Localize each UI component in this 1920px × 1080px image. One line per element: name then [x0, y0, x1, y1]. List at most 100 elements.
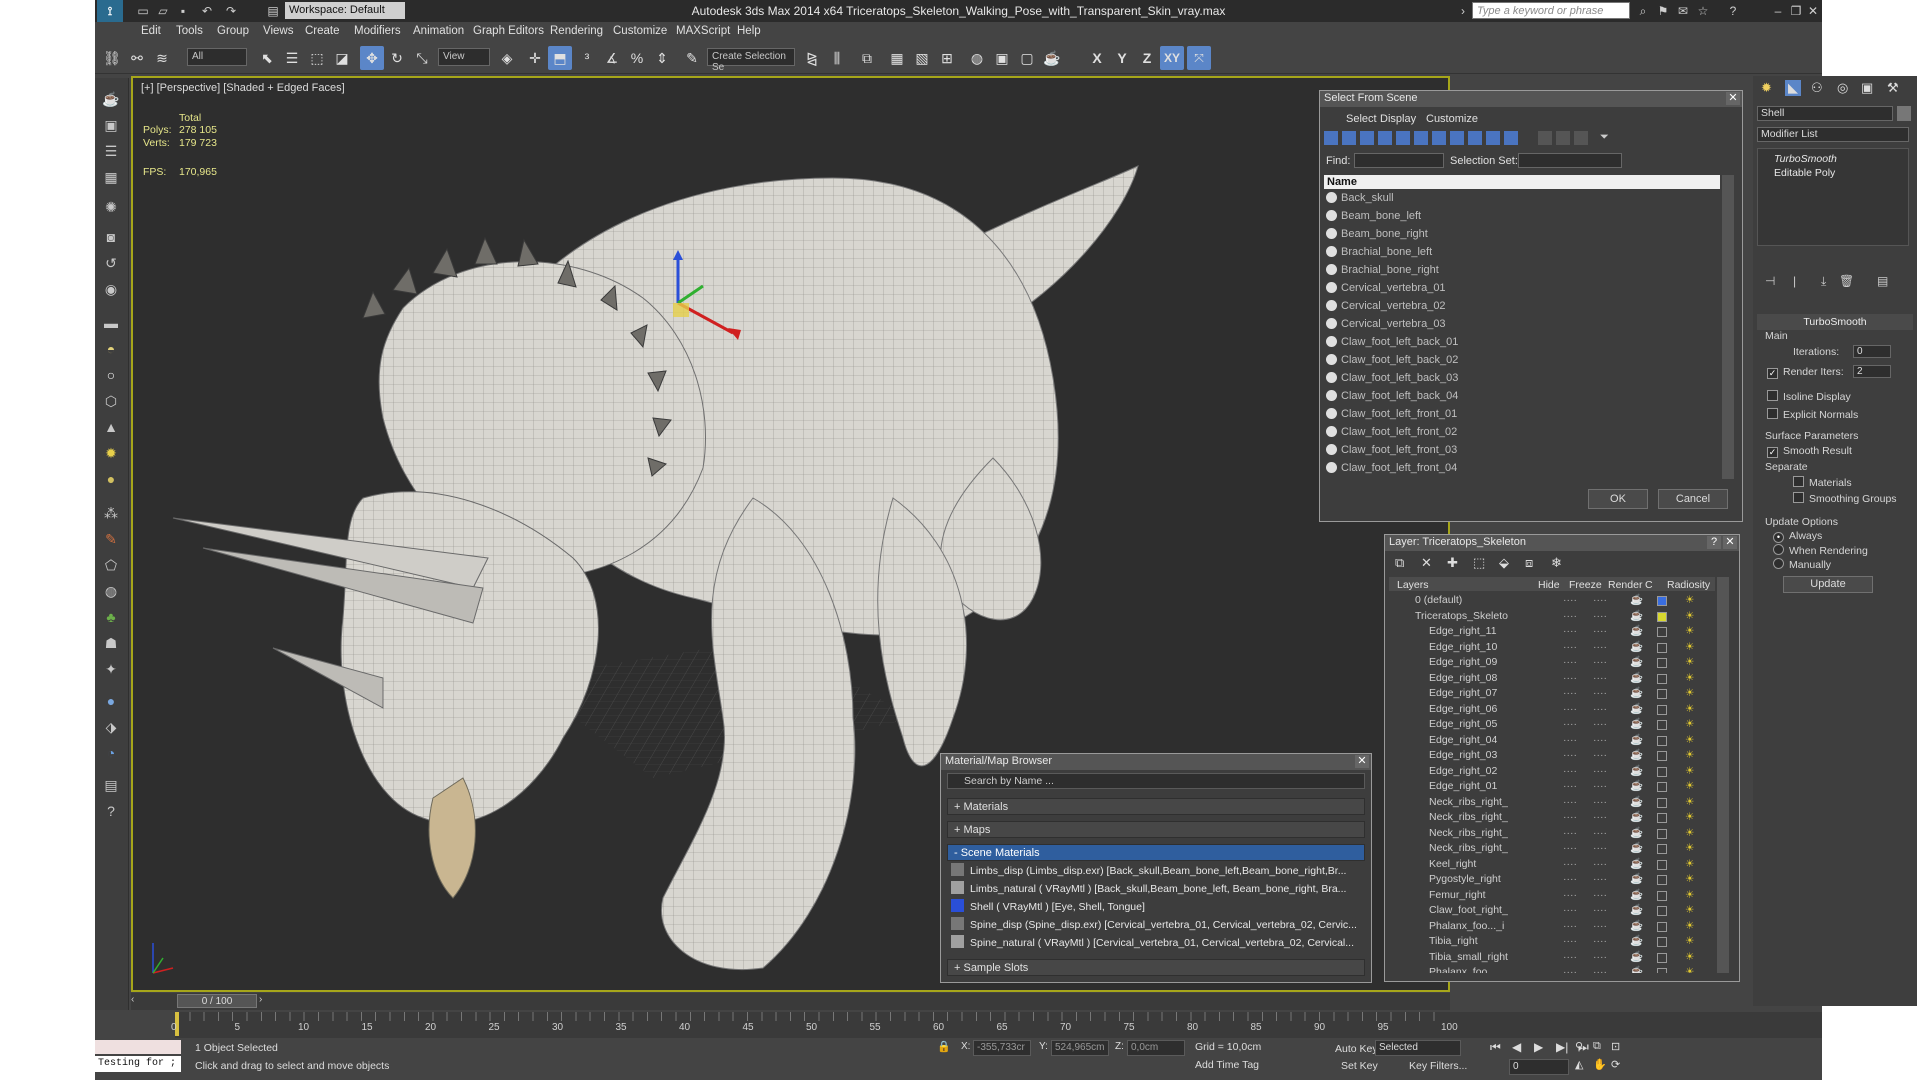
- turbosmooth-rollout-header[interactable]: TurboSmooth: [1757, 314, 1913, 330]
- go-to-start-icon[interactable]: ⏮: [1490, 1040, 1501, 1055]
- radiosity-icon[interactable]: ☀: [1685, 717, 1694, 732]
- freeze-dots-icon[interactable]: ····: [1593, 872, 1607, 887]
- create-tab-icon[interactable]: ✹: [1761, 80, 1772, 96]
- col-render[interactable]: Render: [1608, 579, 1642, 591]
- radiosity-icon[interactable]: ☀: [1685, 609, 1694, 624]
- vray-icon[interactable]: ◔: [100, 742, 122, 764]
- shape-icon[interactable]: ⬠: [100, 554, 122, 576]
- z-coordinate-field[interactable]: 0,0cm: [1127, 1040, 1185, 1056]
- hide-dots-icon[interactable]: ····: [1563, 686, 1577, 701]
- layer-color-swatch[interactable]: [1657, 642, 1667, 653]
- hide-dots-icon[interactable]: ····: [1563, 810, 1577, 825]
- material-editor-icon[interactable]: ◍: [965, 46, 989, 70]
- layer-row[interactable]: Triceratops_Skeleto ···· ···· ☕ ☀: [1395, 609, 1715, 624]
- layer-color-swatch[interactable]: [1657, 673, 1667, 684]
- unlink-icon[interactable]: ⚯: [125, 46, 149, 70]
- funnel-icon[interactable]: ⏷: [1600, 131, 1614, 145]
- layer-row[interactable]: Edge_right_02 ···· ···· ☕ ☀: [1395, 764, 1715, 779]
- hide-dots-icon[interactable]: ····: [1563, 640, 1577, 655]
- menu-animation[interactable]: Animation: [413, 25, 464, 37]
- menu-help[interactable]: Help: [737, 25, 761, 37]
- favorites-star-icon[interactable]: ☆: [1695, 3, 1711, 19]
- freeze-dots-icon[interactable]: ····: [1593, 733, 1607, 748]
- hide-dots-icon[interactable]: ····: [1563, 826, 1577, 841]
- hide-dots-icon[interactable]: ····: [1563, 733, 1577, 748]
- layer-color-swatch[interactable]: [1657, 844, 1667, 854]
- radiosity-icon[interactable]: ☀: [1685, 841, 1694, 856]
- scene-material-item[interactable]: Limbs_disp (Limbs_disp.exr) [Back_skull,…: [951, 863, 1363, 880]
- hide-dots-icon[interactable]: ····: [1563, 593, 1577, 608]
- object-list-item[interactable]: Claw_foot_left_front_02: [1324, 423, 1720, 441]
- scene-material-item[interactable]: Shell ( VRayMtl ) [Eye, Shell, Tongue]: [951, 899, 1363, 916]
- auto-key-button[interactable]: Auto Key: [1335, 1043, 1378, 1055]
- render-setup-icon[interactable]: ▣: [990, 46, 1014, 70]
- freeze-dots-icon[interactable]: ····: [1593, 934, 1607, 949]
- filter-spacewarps-icon[interactable]: [1414, 131, 1428, 145]
- filter-xrefs-icon[interactable]: [1450, 131, 1464, 145]
- freeze-dots-icon[interactable]: ····: [1593, 888, 1607, 903]
- radiosity-icon[interactable]: ☀: [1685, 655, 1694, 670]
- light-bulb-icon[interactable]: ✺: [100, 196, 122, 218]
- modifier-list-dropdown[interactable]: Modifier List: [1757, 127, 1909, 142]
- render-iters-spinner[interactable]: 2: [1853, 365, 1891, 378]
- search-input[interactable]: Type a keyword or phrase: [1472, 2, 1630, 19]
- tab-customize[interactable]: Customize: [1426, 113, 1478, 125]
- object-list-item[interactable]: Cervical_vertebra_03: [1324, 315, 1720, 333]
- find-input[interactable]: [1354, 153, 1444, 168]
- camera-icon[interactable]: ◙: [100, 226, 122, 248]
- render-teapot-icon[interactable]: ☕: [1630, 810, 1643, 825]
- bind-space-warp-icon[interactable]: ≋: [150, 46, 174, 70]
- freeze-dots-icon[interactable]: ····: [1593, 950, 1607, 965]
- display-none-icon[interactable]: [1556, 131, 1570, 145]
- display-all-icon[interactable]: [1538, 131, 1552, 145]
- layer-color-swatch[interactable]: [1657, 720, 1667, 730]
- radiosity-icon[interactable]: ☀: [1685, 857, 1694, 872]
- cloth-icon[interactable]: ⬗: [100, 716, 122, 738]
- key-mode-dropdown[interactable]: Selected: [1375, 1040, 1461, 1056]
- freeze-dots-icon[interactable]: ····: [1593, 810, 1607, 825]
- render-teapot-icon[interactable]: ☕: [1630, 934, 1643, 949]
- viewport-label[interactable]: [+] [Perspective] [Shaded + Edged Faces]: [141, 82, 345, 94]
- particles-icon[interactable]: ⁂: [100, 502, 122, 524]
- select-manipulate-icon[interactable]: ✛: [523, 46, 547, 70]
- minimize-icon[interactable]: –: [1770, 3, 1786, 19]
- freeze-dots-icon[interactable]: ····: [1593, 655, 1607, 670]
- radiosity-icon[interactable]: ☀: [1685, 748, 1694, 763]
- layer-color-swatch[interactable]: [1657, 921, 1667, 932]
- maxscript-listener-top[interactable]: [95, 1040, 181, 1054]
- radiosity-icon[interactable]: ☀: [1685, 919, 1694, 934]
- render-teapot-icon[interactable]: ☕: [1630, 655, 1643, 670]
- object-list-item[interactable]: Claw_foot_left_front_04: [1324, 459, 1720, 477]
- next-frame-icon[interactable]: ▶|: [1556, 1040, 1568, 1054]
- layer-row[interactable]: Pygostyle_right ···· ···· ☕ ☀: [1395, 872, 1715, 887]
- hide-dots-icon[interactable]: ····: [1563, 748, 1577, 763]
- radiosity-icon[interactable]: ☀: [1685, 640, 1694, 655]
- when-rendering-radio[interactable]: When Rendering: [1773, 544, 1868, 557]
- menu-rendering[interactable]: Rendering: [550, 25, 603, 37]
- object-list-item[interactable]: Claw_foot_left_back_01: [1324, 333, 1720, 351]
- sphere-primitive-icon[interactable]: ○: [100, 364, 122, 386]
- render-teapot-icon[interactable]: ☕: [1630, 671, 1643, 686]
- help-icon[interactable]: ?: [1725, 3, 1741, 19]
- hide-dots-icon[interactable]: ····: [1563, 702, 1577, 717]
- col-layers[interactable]: Layers: [1397, 579, 1429, 591]
- freeze-dots-icon[interactable]: ····: [1593, 717, 1607, 732]
- track-bar[interactable]: 0 5 10 15 20 25 30 35 40 45 50 55 60 65 70 75 80 85 90 95 10…: [171, 1012, 1822, 1038]
- selection-set-dropdown[interactable]: [1518, 153, 1622, 168]
- paint-icon[interactable]: ✎: [100, 528, 122, 550]
- filter-cameras-icon[interactable]: [1378, 131, 1392, 145]
- select-and-link-icon[interactable]: ⛓: [100, 46, 124, 70]
- render-iters-row[interactable]: ✓ Render Iters:: [1767, 366, 1844, 379]
- object-list-item[interactable]: Claw_foot_left_front_03: [1324, 441, 1720, 459]
- render-teapot-icon[interactable]: ☕: [1630, 593, 1643, 608]
- motion-tab-icon[interactable]: ◎: [1837, 80, 1848, 96]
- biped-icon[interactable]: ☗: [100, 632, 122, 654]
- schematic-view-icon[interactable]: ⊞: [935, 46, 959, 70]
- layer-dialog-title[interactable]: Layer: Triceratops_Skeleton: [1385, 535, 1739, 551]
- tab-display[interactable]: Display: [1380, 113, 1416, 125]
- render-teapot-icon[interactable]: ☕: [1630, 903, 1643, 918]
- layer-color-swatch[interactable]: [1657, 611, 1667, 622]
- layer-row[interactable]: Neck_ribs_right_ ···· ···· ☕ ☀: [1395, 795, 1715, 810]
- hide-all-layers-icon[interactable]: ⧈: [1525, 555, 1533, 571]
- object-list-item[interactable]: Beam_bone_left: [1324, 207, 1720, 225]
